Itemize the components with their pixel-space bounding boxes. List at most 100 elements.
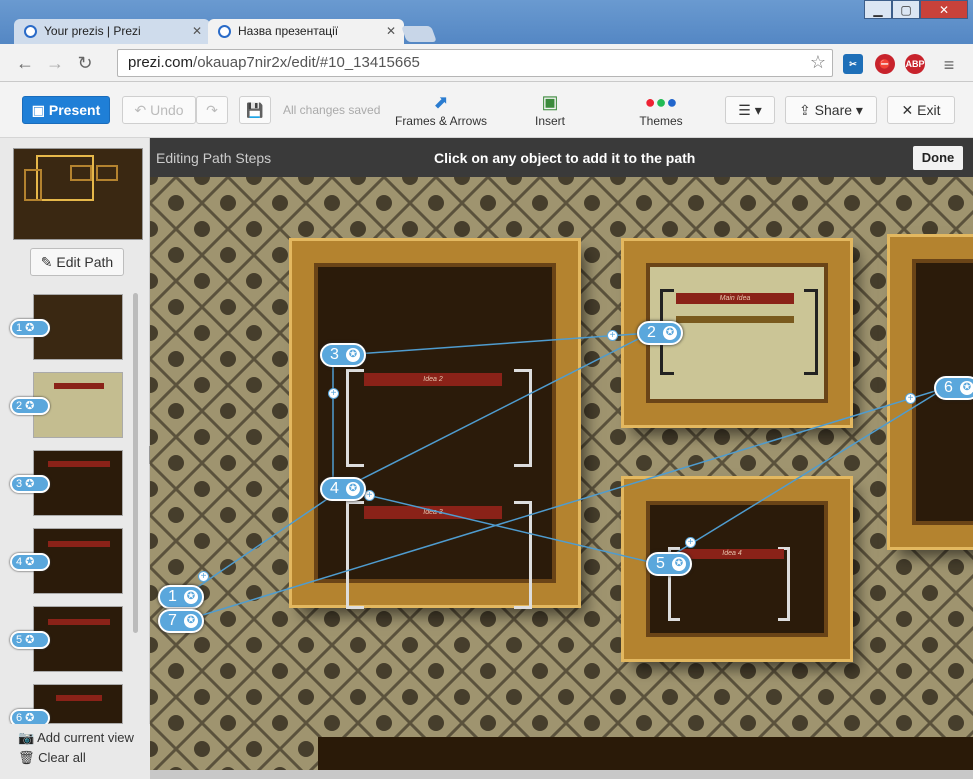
path-step-label: 5 (16, 634, 23, 646)
exit-button[interactable]: ✕ Exit (887, 96, 955, 124)
path-step-number: 3 ✪ (10, 475, 50, 493)
path-badge-4[interactable]: 4 ✪ (320, 477, 366, 501)
path-sidebar: ✎ Edit Path 1 ✪ 2 ✪ 3 ✪ 4 ✪ 5 ✪ 6 ✪ 📷 Ad… (0, 138, 150, 779)
close-tab-icon[interactable]: ✕ (192, 24, 202, 38)
editing-path-title: Editing Path Steps (156, 150, 272, 166)
thumb-frame (70, 165, 92, 181)
tab-presentation[interactable]: Назва презентації ✕ (208, 19, 404, 44)
star-icon: ✪ (663, 326, 677, 340)
themes-button[interactable]: ●●● Themes (632, 90, 690, 128)
share-button[interactable]: ⇪ Share ▾ (785, 96, 877, 124)
star-icon: ✪ (346, 348, 360, 362)
path-lines (182, 332, 946, 622)
path-badge-7[interactable]: 7 ✪ (158, 609, 204, 633)
reload-icon[interactable]: ↻ (72, 50, 98, 76)
thumb-title-bar (54, 383, 104, 389)
path-step-label: 3 (16, 478, 23, 490)
thumb-title-bar (56, 695, 102, 701)
abp-icon[interactable]: ABP (905, 54, 925, 74)
path-badge-number: 6 (944, 379, 953, 396)
insert-image-icon: ▣ (541, 92, 559, 112)
thumb-frame (24, 169, 42, 201)
themes-icon: ●●● (644, 92, 678, 112)
menu-icon[interactable]: ≡ (936, 52, 962, 78)
insert-button[interactable]: ▣ Insert (520, 90, 580, 128)
insert-label: Insert (534, 114, 565, 128)
path-badge-number: 4 (330, 480, 339, 497)
overview-thumbnail[interactable] (13, 148, 143, 240)
undo-button[interactable]: ↶ Undo (122, 96, 196, 124)
path-badge-3[interactable]: 3 ✪ (320, 343, 366, 367)
path-step-label: 4 (16, 556, 23, 568)
frames-arrows-label: Frames & Arrows (394, 114, 487, 128)
editing-path-hint: Click on any object to add it to the pat… (434, 150, 696, 166)
add-step-plus-icon[interactable]: + (328, 388, 339, 399)
path-step-number: 2 ✪ (10, 397, 50, 415)
add-current-view-label: Add current view (37, 730, 134, 745)
path-badge-1[interactable]: 1 ✪ (158, 585, 204, 609)
close-tab-icon[interactable]: ✕ (386, 24, 396, 38)
path-step-number: 4 ✪ (10, 553, 50, 571)
path-badge-number: 7 (168, 612, 177, 629)
clear-all-button[interactable]: 🗑 Clear all (18, 750, 86, 766)
close-window-icon[interactable]: ✕ (920, 0, 968, 19)
address-bar[interactable]: prezi.com/okauap7nir2x/edit/#10_13415665… (117, 49, 833, 77)
star-icon: ✪ (184, 614, 198, 628)
done-button[interactable]: Done (913, 146, 963, 170)
prezi-canvas[interactable]: Idea 2 Idea 3 Main Idea Idea 4 + + + + +… (150, 177, 973, 779)
bookmark-star-icon[interactable]: ☆ (810, 52, 826, 73)
tab-your-prezis[interactable]: Your prezis | Prezi ✕ (14, 19, 210, 44)
minimize-icon[interactable]: ▁ (864, 0, 892, 19)
sidebar-scrollbar[interactable] (133, 293, 138, 633)
tab-title: Назва презентації (238, 24, 339, 38)
path-step-number: 5 ✪ (10, 631, 50, 649)
adblock-icon[interactable]: ⛔ (875, 54, 895, 74)
browser-tab-bar: Your prezis | Prezi ✕ Назва презентації … (0, 0, 973, 44)
url-host: prezi.com (128, 54, 194, 71)
edit-path-label: Edit Path (56, 254, 114, 270)
prezi-favicon-icon (218, 25, 231, 38)
save-button[interactable]: 💾 (239, 96, 271, 124)
path-badge-number: 2 (647, 324, 656, 341)
frames-arrows-icon: ⬈ (433, 92, 449, 112)
path-badge-2[interactable]: 2 ✪ (637, 321, 683, 345)
path-step-label: 1 (16, 322, 23, 334)
path-badge-6[interactable]: 6 ✪ (934, 376, 973, 400)
forward-icon[interactable]: → (42, 50, 68, 76)
save-status: All changes saved (283, 103, 381, 117)
tab-title: Your prezis | Prezi (44, 24, 141, 38)
redo-button[interactable]: ↷ (196, 96, 228, 124)
thumb-title-bar (48, 619, 110, 625)
star-icon: ✪ (960, 381, 973, 395)
editing-path-bar: Editing Path Steps Click on any object t… (150, 138, 973, 177)
url-path: /okauap7nir2x/edit/#10_13415665 (193, 54, 420, 71)
present-label: Present (48, 102, 101, 118)
path-badge-5[interactable]: 5 ✪ (646, 552, 692, 576)
add-step-plus-icon[interactable]: + (198, 571, 209, 582)
new-tab-button[interactable] (401, 26, 437, 42)
frames-arrows-button[interactable]: ⬈ Frames & Arrows (394, 90, 488, 128)
add-step-plus-icon[interactable]: + (607, 330, 618, 341)
clear-all-label: Clear all (38, 750, 86, 765)
add-current-view-button[interactable]: 📷 Add current view (18, 730, 134, 746)
browser-toolbar: ← → ↻ prezi.com/okauap7nir2x/edit/#10_13… (0, 44, 973, 82)
present-button[interactable]: ▣ Present (22, 96, 110, 124)
path-step-label: 6 (16, 712, 23, 724)
edit-path-button[interactable]: ✎ Edit Path (30, 248, 124, 276)
extension-icon[interactable]: ✂ (843, 54, 863, 74)
menu-dropdown-button[interactable]: ☰ ▾ (725, 96, 775, 124)
star-icon: ✪ (346, 482, 360, 496)
thumb-title-bar (48, 541, 110, 547)
sidebar-footer: 📷 Add current view 🗑 Clear all (0, 724, 150, 779)
add-step-plus-icon[interactable]: + (905, 393, 916, 404)
prezi-favicon-icon (24, 25, 37, 38)
maximize-icon[interactable]: ▢ (892, 0, 920, 19)
exit-label: Exit (917, 102, 941, 118)
path-badge-number: 3 (330, 346, 339, 363)
path-step-number: 1 ✪ (10, 319, 50, 337)
undo-label: Undo (150, 102, 184, 118)
add-step-plus-icon[interactable]: + (685, 537, 696, 548)
themes-label: Themes (639, 114, 683, 128)
back-icon[interactable]: ← (12, 50, 38, 76)
canvas-scrollbar[interactable] (150, 770, 973, 779)
